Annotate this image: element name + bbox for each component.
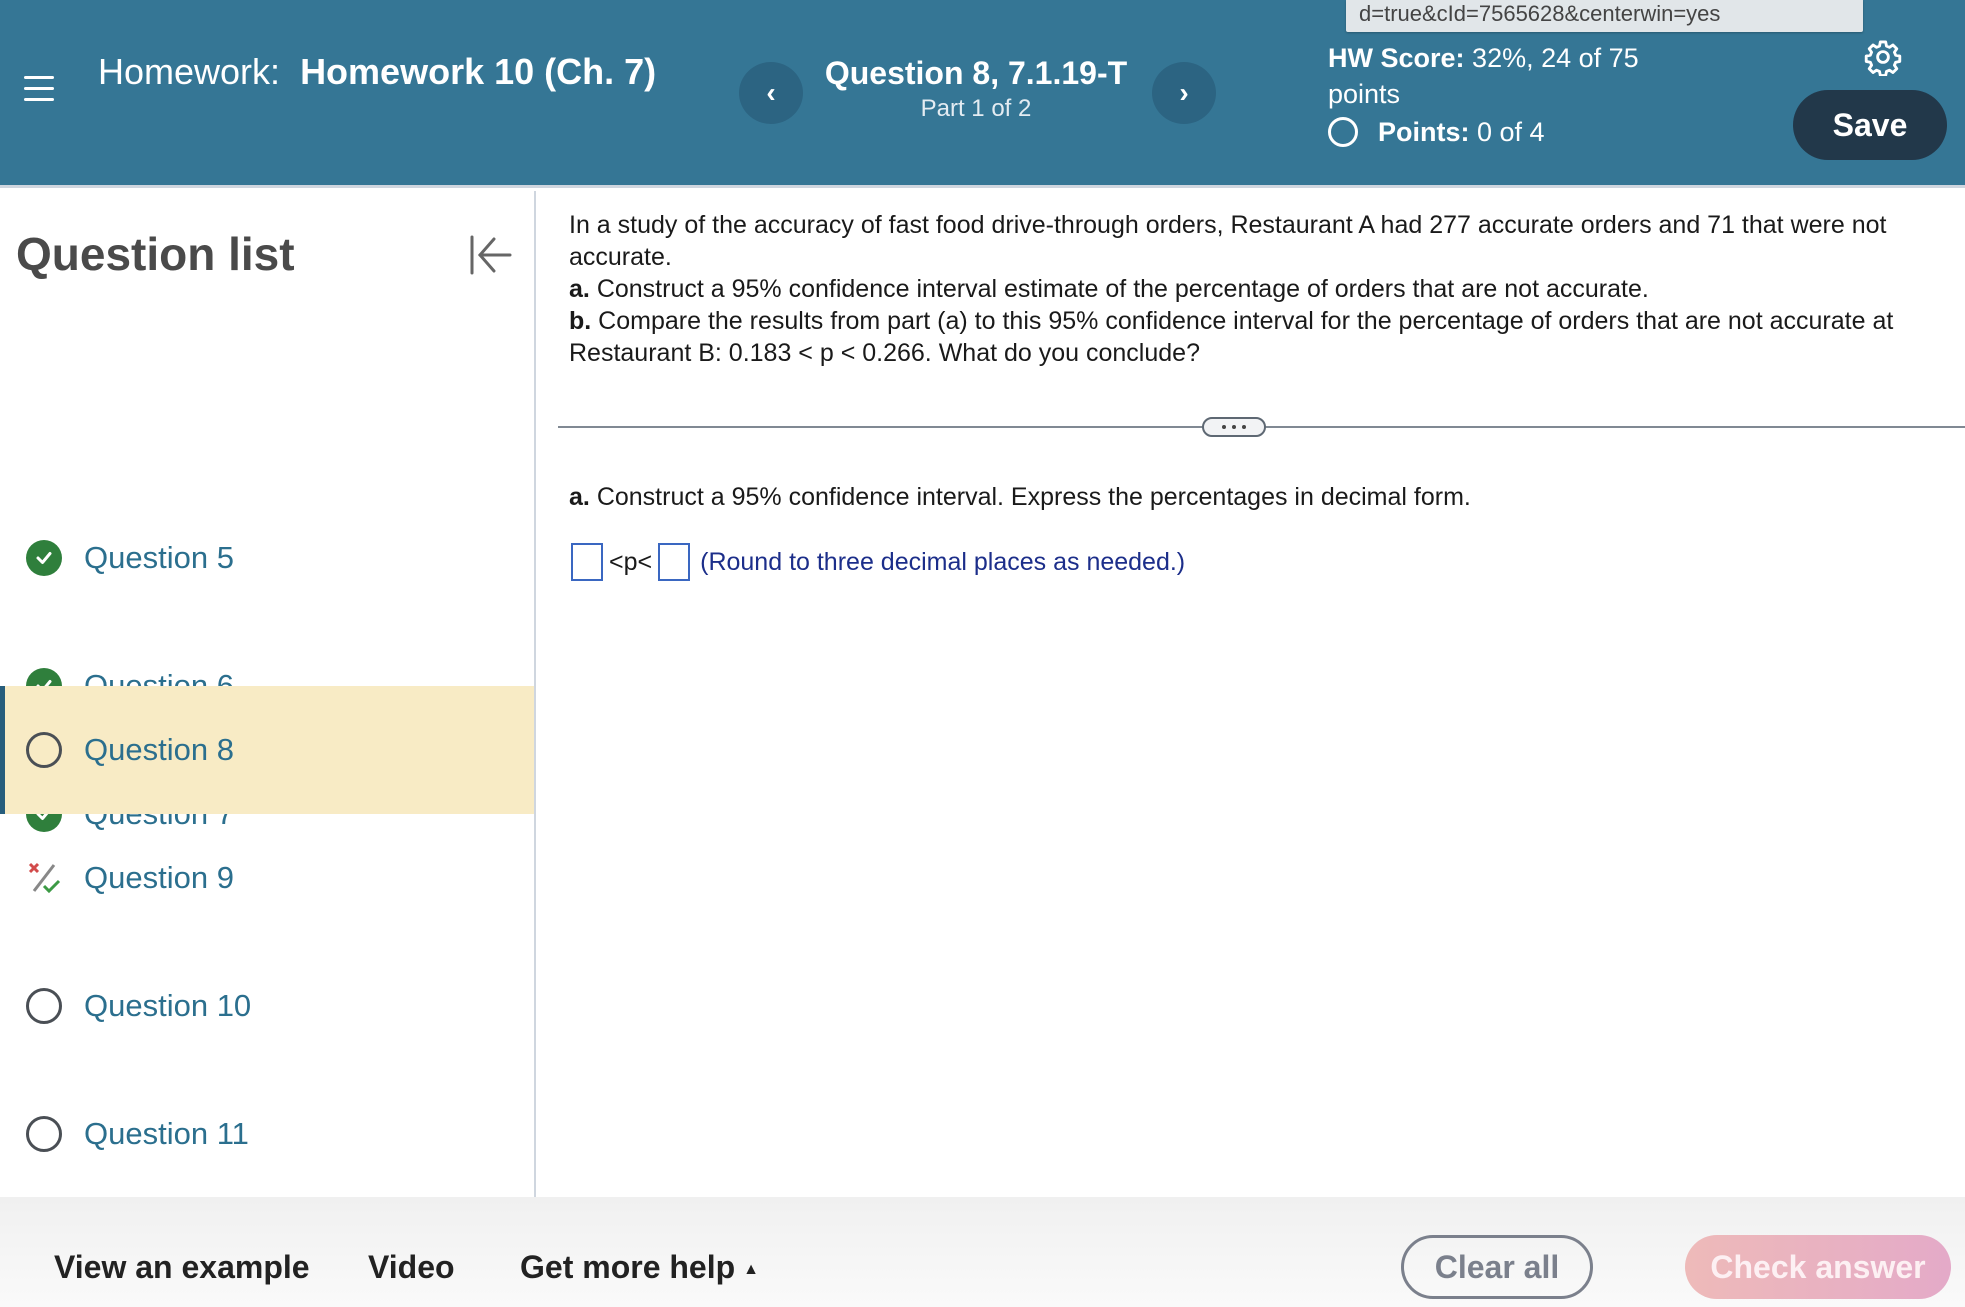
question-panel: In a study of the accuracy of fast food … — [538, 191, 1965, 1197]
homework-title: Homework: Homework 10 (Ch. 7) — [98, 52, 658, 92]
video-link[interactable]: Video — [368, 1249, 455, 1286]
get-more-help-button[interactable]: Get more help ▲ — [520, 1249, 759, 1286]
answer-prompt: a. Construct a 95% confidence interval. … — [569, 483, 1471, 511]
caret-up-icon: ▲ — [743, 1260, 759, 1278]
expand-question-button[interactable] — [1202, 417, 1266, 437]
question-list-item[interactable]: Question 10 — [0, 942, 534, 1070]
question-list-item-label: Question 10 — [84, 988, 252, 1023]
top-header: Homework: Homework 10 (Ch. 7) ‹ Question… — [0, 0, 1965, 188]
question-list-item[interactable]: Question 5 — [0, 494, 534, 622]
question-list-sidebar: Question list Question 5 Question 6 Ques… — [0, 191, 536, 1197]
homework-label: Homework: — [98, 51, 281, 92]
open-circle-icon — [26, 732, 62, 768]
question-list-item[interactable]: Question 11 — [0, 1070, 534, 1198]
hw-score-label: HW Score: — [1328, 43, 1465, 73]
collapse-sidebar-icon[interactable] — [466, 231, 514, 279]
question-intro: In a study of the accuracy of fast food … — [569, 211, 1887, 271]
previous-question-button[interactable]: ‹ — [739, 62, 803, 124]
lower-bound-input[interactable] — [571, 543, 603, 581]
save-button[interactable]: Save — [1793, 90, 1947, 160]
points-value: 0 of 4 — [1477, 117, 1545, 147]
score-panel: HW Score: 32%, 24 of 75 points Points: 0… — [1328, 40, 1688, 150]
upper-bound-input[interactable] — [658, 543, 691, 581]
footer-toolbar: View an example Video Get more help ▲ Cle… — [0, 1197, 1965, 1307]
chevron-left-icon: ‹ — [766, 77, 776, 108]
open-circle-icon — [26, 1116, 62, 1152]
open-circle-icon — [26, 988, 62, 1024]
view-example-link[interactable]: View an example — [54, 1249, 310, 1286]
question-list-title: Question list — [16, 228, 295, 280]
clear-all-button[interactable]: Clear all — [1401, 1235, 1593, 1299]
question-part: Part 1 of 2 — [920, 95, 1032, 122]
check-circle-icon — [26, 540, 62, 576]
points-label: Points: — [1378, 117, 1470, 147]
question-part-b: b. Compare the results from part (a) to … — [569, 307, 1894, 367]
question-part-a: a. Construct a 95% confidence interval e… — [569, 275, 1649, 303]
question-list-item-label: Question 5 — [84, 540, 234, 575]
rounding-hint: (Round to three decimal places as needed… — [700, 547, 1186, 576]
question-list-item-label: Question 9 — [84, 860, 234, 895]
menu-icon[interactable] — [24, 76, 54, 104]
question-list-item-label: Question 11 — [84, 1116, 249, 1151]
question-heading: Question 8, 7.1.19-T Part 1 of 2 — [800, 54, 1152, 124]
partial-credit-icon — [28, 862, 61, 894]
gear-icon[interactable] — [1864, 38, 1902, 76]
question-list-item[interactable]: Question 9 — [0, 814, 534, 942]
inequality-expression: <p< — [609, 547, 653, 576]
url-tooltip: d=true&cId=7565628&centerwin=yes — [1346, 0, 1863, 32]
check-answer-button[interactable]: Check answer — [1685, 1235, 1951, 1299]
next-question-button[interactable]: › — [1152, 62, 1216, 124]
question-text: In a study of the accuracy of fast food … — [569, 209, 1959, 369]
homework-name: Homework 10 (Ch. 7) — [300, 51, 657, 92]
question-title: Question 8, 7.1.19-T — [824, 55, 1128, 91]
answer-row: <p< (Round to three decimal places as ne… — [571, 543, 1185, 581]
chevron-right-icon: › — [1179, 77, 1189, 108]
question-list-item-active[interactable]: Question 8 — [0, 686, 534, 814]
points-status-icon — [1328, 117, 1358, 147]
question-list-item-label: Question 8 — [84, 732, 234, 767]
